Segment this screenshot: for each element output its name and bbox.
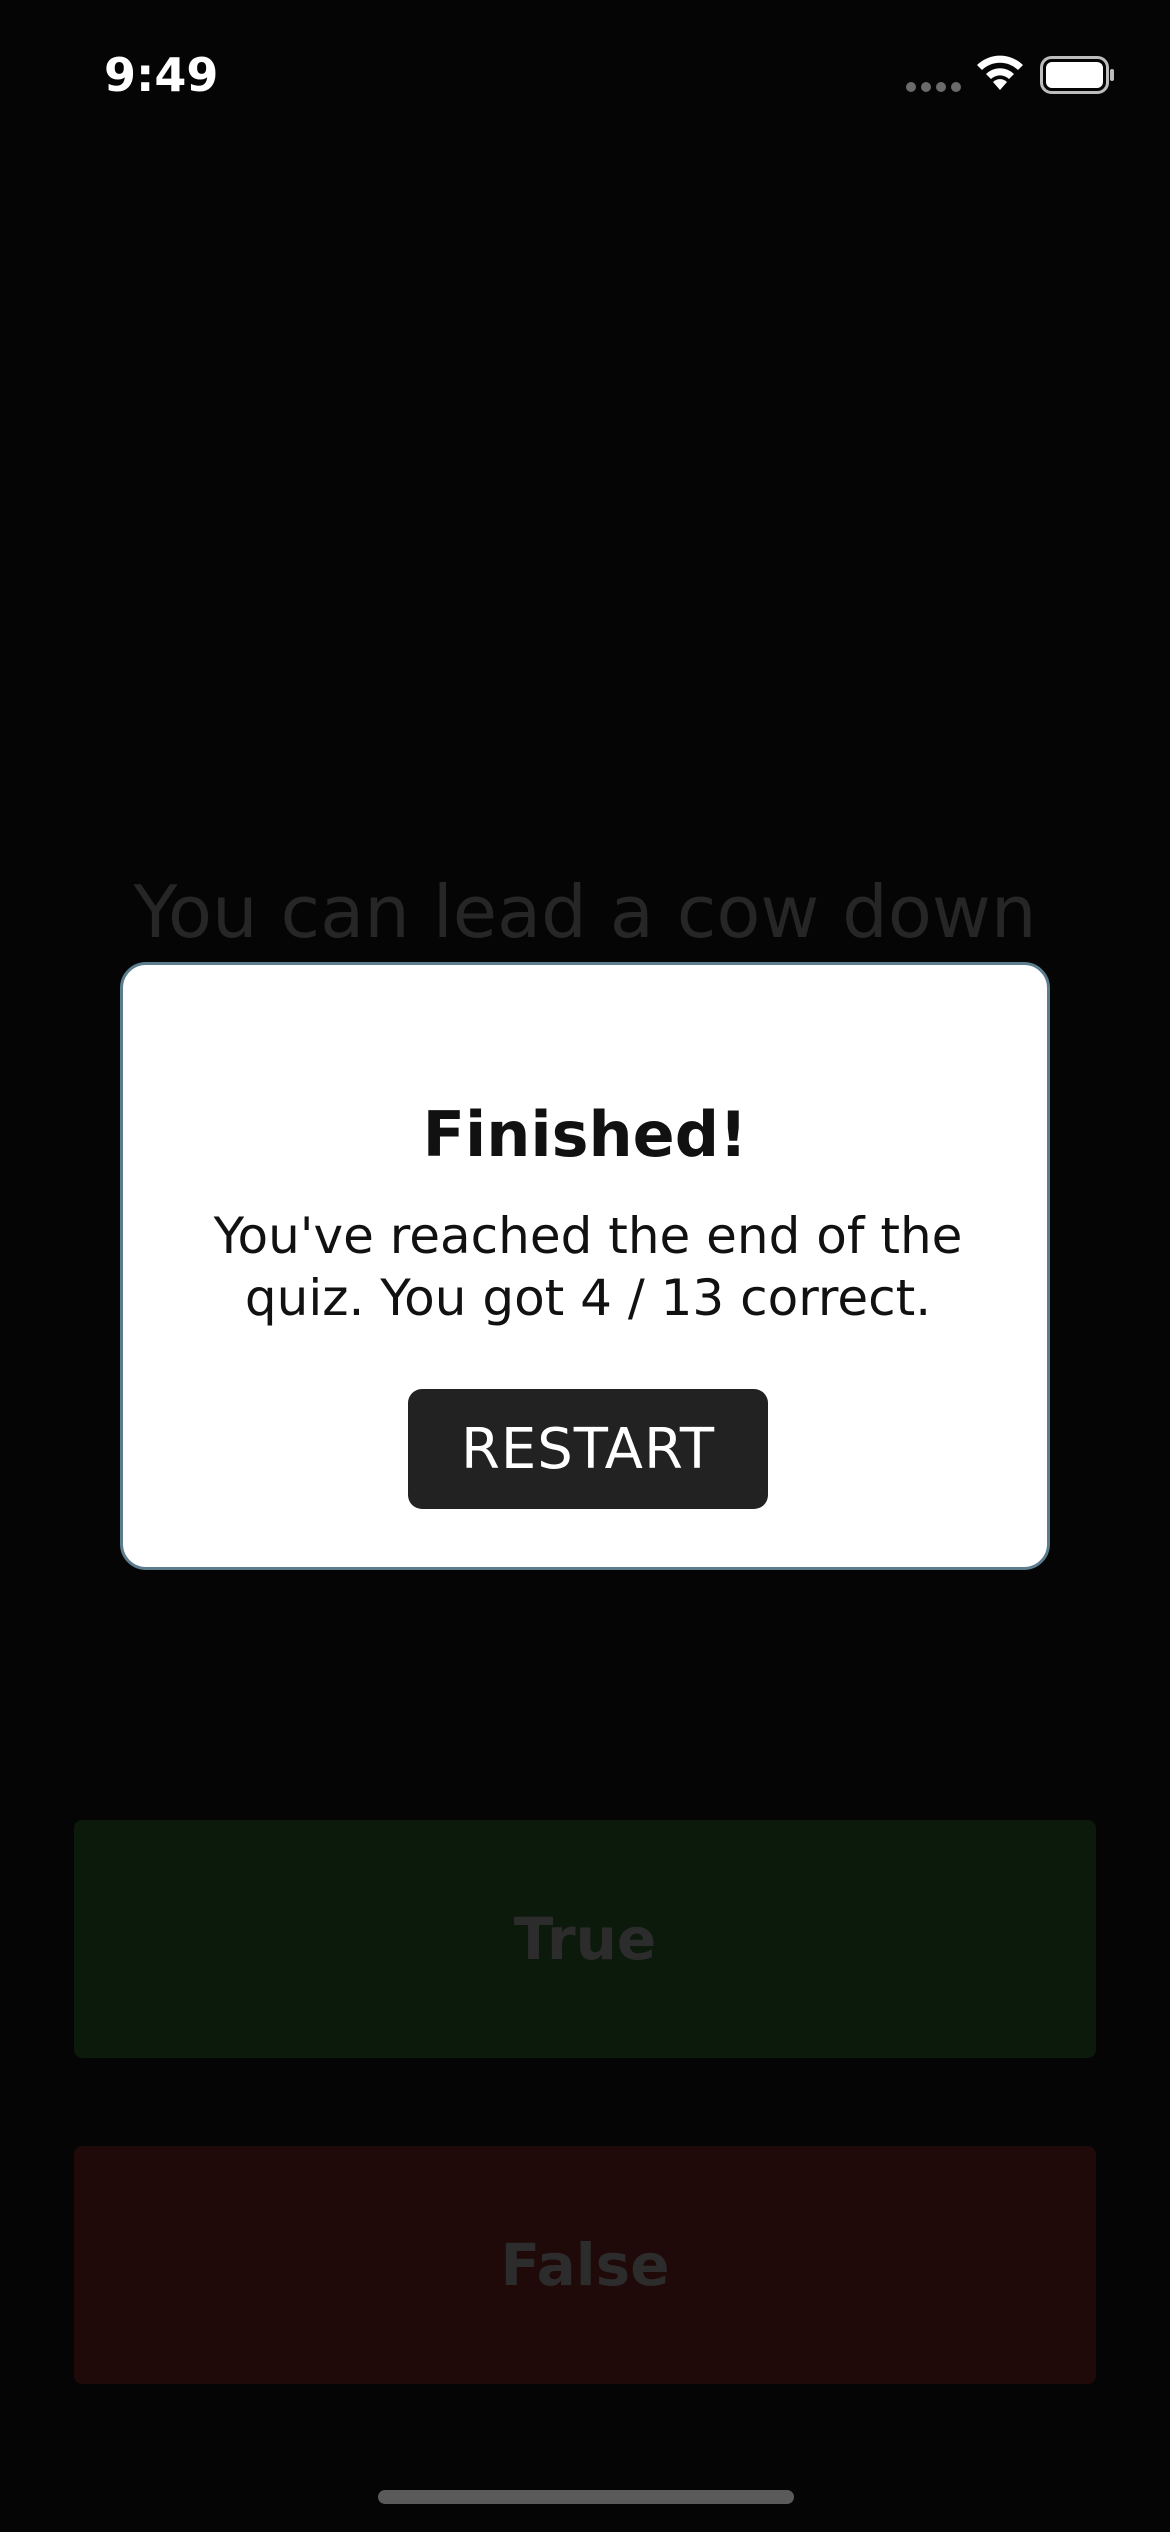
true-button[interactable]: True (74, 1820, 1096, 2058)
quiz-screen: 9:49 You can lead a cow down True False … (0, 0, 1170, 2532)
question-text: You can lead a cow down (133, 870, 1037, 954)
status-bar: 9:49 (0, 0, 1170, 150)
battery-icon (1040, 56, 1114, 94)
status-time: 9:49 (104, 48, 219, 102)
false-button[interactable]: False (74, 2146, 1096, 2384)
wifi-icon (977, 55, 1023, 90)
home-indicator[interactable] (378, 2490, 794, 2504)
quiz-finished-dialog: Finished! You've reached the end of the … (120, 962, 1050, 1570)
cellular-dots-icon (906, 82, 962, 92)
dialog-message: You've reached the end of the quiz. You … (213, 1207, 963, 1327)
dialog-title: Finished! (422, 1098, 748, 1171)
restart-button[interactable]: RESTART (408, 1389, 768, 1509)
